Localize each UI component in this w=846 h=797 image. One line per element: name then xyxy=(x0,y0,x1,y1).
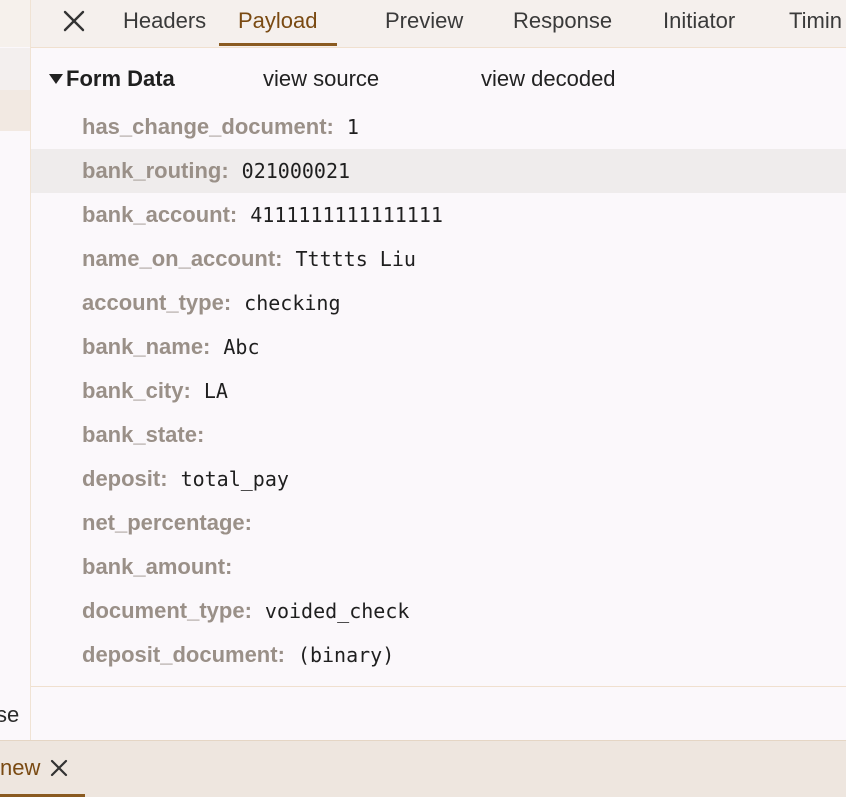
form-field-row[interactable]: bank_state: xyxy=(31,413,846,457)
left-lower-area: se xyxy=(0,688,30,740)
field-key: account_type: xyxy=(82,290,232,315)
tab-payload[interactable]: Payload xyxy=(219,0,337,46)
field-key: bank_name: xyxy=(82,334,211,359)
form-field-row-highlighted[interactable]: bank_routing: 021000021 xyxy=(31,149,846,193)
drawer-tab-label: new xyxy=(0,754,41,780)
drawer-tab-new[interactable]: new xyxy=(0,741,85,797)
field-key: has_change_document: xyxy=(82,114,334,139)
field-key: deposit_document: xyxy=(82,642,285,667)
field-value: voided_check xyxy=(264,599,410,623)
form-field-row[interactable]: bank_account: 4111111111111111 xyxy=(31,193,846,237)
form-data-title: Form Data xyxy=(66,66,175,91)
field-key: deposit: xyxy=(82,466,168,491)
form-field-row[interactable]: net_percentage: xyxy=(31,501,846,545)
field-key: document_type: xyxy=(82,598,252,623)
field-value: 021000021 xyxy=(241,159,351,183)
field-key: bank_state: xyxy=(82,422,205,447)
field-value: 4111111111111111 xyxy=(250,203,443,227)
form-data-header[interactable]: Form Data xyxy=(49,64,175,94)
field-key: bank_city: xyxy=(82,378,191,403)
form-field-row[interactable]: document_type: voided_check xyxy=(31,589,846,633)
tab-initiator[interactable]: Initiator xyxy=(663,0,735,46)
details-tab-bar: Headers Payload Preview Response Initiat… xyxy=(31,0,846,48)
field-value: total_pay xyxy=(180,467,289,491)
form-field-row[interactable]: bank_name: Abc xyxy=(31,325,846,369)
tab-headers[interactable]: Headers xyxy=(123,0,206,46)
close-icon xyxy=(51,759,68,776)
field-value: 1 xyxy=(346,115,359,139)
form-field-row[interactable]: has_change_document: 1 xyxy=(31,105,846,149)
close-icon xyxy=(63,10,85,32)
field-key: net_percentage: xyxy=(82,510,252,535)
request-list-strip xyxy=(0,0,31,740)
close-details-button[interactable] xyxy=(59,6,89,36)
view-decoded-button[interactable]: view decoded xyxy=(481,64,616,94)
field-key: name_on_account: xyxy=(82,246,283,271)
form-field-row[interactable]: account_type: checking xyxy=(31,281,846,325)
form-field-row[interactable]: deposit: total_pay xyxy=(31,457,846,501)
field-value: LA xyxy=(203,379,228,403)
field-value: (binary) xyxy=(297,643,395,667)
form-field-row[interactable]: bank_amount: xyxy=(31,545,846,589)
field-key: bank_account: xyxy=(82,202,238,227)
drawer-tab-bar: new xyxy=(0,740,846,797)
form-field-row[interactable]: deposit_document: (binary) xyxy=(31,633,846,677)
form-field-row[interactable]: bank_city: LA xyxy=(31,369,846,413)
drawer-tab-close-button[interactable] xyxy=(50,759,68,777)
field-value: Abc xyxy=(223,335,260,359)
field-key: bank_amount: xyxy=(82,554,233,579)
form-data-list: has_change_document: 1 bank_routing: 021… xyxy=(31,105,846,677)
tab-response[interactable]: Response xyxy=(513,0,612,46)
panel-lower-area xyxy=(31,687,846,740)
payload-panel: Form Data view source view decoded has_c… xyxy=(31,48,846,687)
request-row-selected[interactable] xyxy=(0,90,30,131)
view-source-button[interactable]: view source xyxy=(263,64,379,94)
request-row[interactable] xyxy=(0,48,30,91)
tab-timing[interactable]: Timin xyxy=(789,0,842,46)
truncated-request-label: se xyxy=(0,702,20,727)
tab-preview[interactable]: Preview xyxy=(385,0,463,46)
form-field-row[interactable]: name_on_account: Ttttts Liu xyxy=(31,237,846,281)
triangle-down-icon[interactable] xyxy=(49,74,63,84)
request-list-header xyxy=(0,0,30,47)
field-value: Ttttts Liu xyxy=(295,247,416,271)
field-value: checking xyxy=(244,291,341,315)
field-key: bank_routing: xyxy=(82,158,229,183)
